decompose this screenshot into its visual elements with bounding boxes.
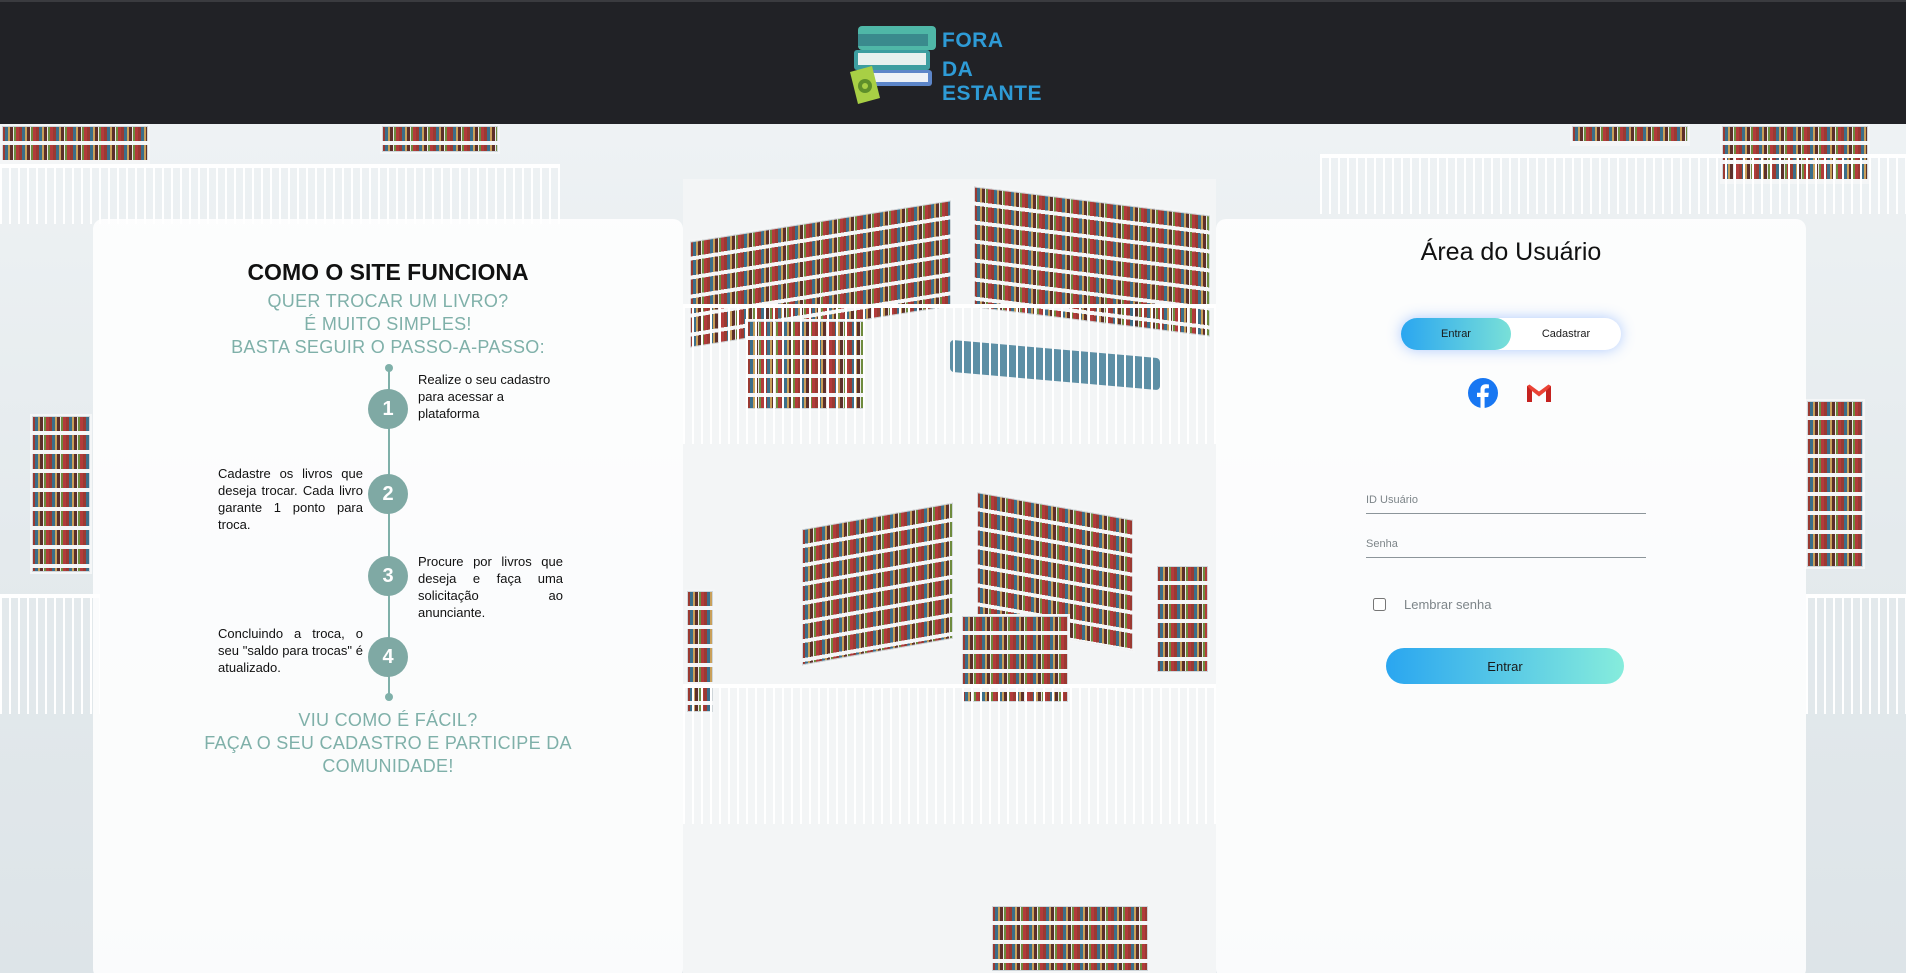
outro-line-3: COMUNIDADE! xyxy=(322,756,454,776)
step-2-text: Cadastre os livros que deseja trocar. Ca… xyxy=(218,466,363,532)
remember-password[interactable]: Lembrar senha xyxy=(1373,597,1491,612)
login-submit-button[interactable]: Entrar xyxy=(1386,648,1624,684)
step-1-badge: 1 xyxy=(368,389,408,429)
intro-line-2: É MUITO SIMPLES! xyxy=(304,314,472,334)
how-it-works-panel: COMO O SITE FUNCIONA QUER TROCAR UM LIVR… xyxy=(93,219,683,973)
step-3-badge: 3 xyxy=(368,556,408,596)
tab-login[interactable]: Entrar xyxy=(1401,318,1511,350)
user-id-field[interactable] xyxy=(1366,488,1646,514)
logo-line-2: DA ESTANTE xyxy=(942,58,1042,105)
site-logo[interactable]: FORA DA ESTANTE xyxy=(848,20,1048,114)
step-3-text: Procure por livros que deseja e faça uma… xyxy=(418,554,563,620)
outro-line-1: VIU COMO É FÁCIL? xyxy=(298,710,478,730)
outro-line-2: FAÇA O SEU CADASTRO E PARTICIPE DA xyxy=(204,733,572,753)
facebook-icon[interactable] xyxy=(1468,378,1498,408)
user-id-input[interactable] xyxy=(1366,488,1646,512)
remember-password-checkbox[interactable] xyxy=(1373,598,1386,611)
auth-mode-toggle: Entrar Cadastrar xyxy=(1401,318,1621,350)
books-logo-icon xyxy=(850,26,936,104)
timeline-start-dot xyxy=(385,364,393,372)
gmail-icon[interactable] xyxy=(1524,378,1554,408)
step-4-badge: 4 xyxy=(368,637,408,677)
logo-line-1: FORA xyxy=(942,29,1004,52)
step-4-text: Concluindo a troca, o seu "saldo para tr… xyxy=(218,626,363,675)
site-header: FORA DA ESTANTE xyxy=(0,0,1906,124)
user-area-title: Área do Usuário xyxy=(1420,238,1602,266)
tab-signup[interactable]: Cadastrar xyxy=(1511,318,1621,350)
password-input[interactable] xyxy=(1366,532,1646,556)
intro-line-3: BASTA SEGUIR O PASSO-A-PASSO: xyxy=(231,337,545,357)
intro-line-1: QUER TROCAR UM LIVRO? xyxy=(267,291,509,311)
password-field[interactable] xyxy=(1366,532,1646,558)
remember-password-label: Lembrar senha xyxy=(1404,597,1492,612)
timeline-end-dot xyxy=(385,693,393,701)
step-2-badge: 2 xyxy=(368,474,408,514)
step-1-text: Realize o seu cadastro para acessar a pl… xyxy=(418,372,551,421)
how-it-works-title: COMO O SITE FUNCIONA xyxy=(247,259,529,285)
user-area-panel: Área do Usuário Entrar Cadastrar Lembrar… xyxy=(1216,219,1806,973)
